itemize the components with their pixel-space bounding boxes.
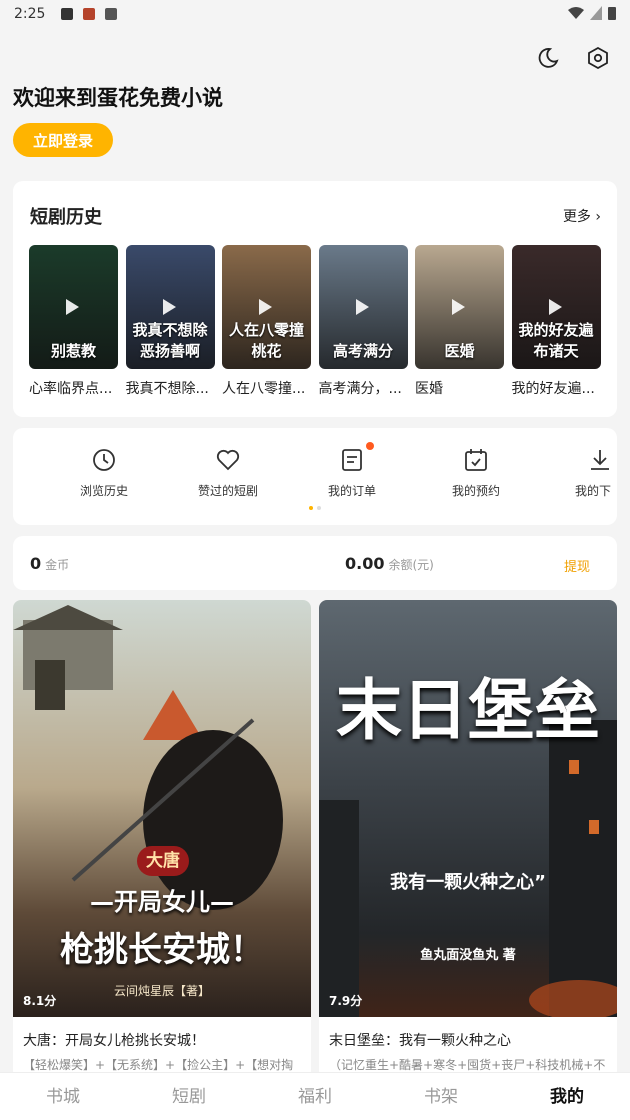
book-cover: 大唐 —开局女儿— 枪挑长安城！ 云间炖星辰【著】 8.1分	[13, 600, 311, 1017]
withdraw-button[interactable]: 提现	[564, 556, 590, 575]
history-poster-item[interactable]: 我的好友遍布诸天我的好友遍...	[511, 245, 601, 398]
app-notification-icon	[83, 8, 96, 20]
poster-title: 心率临界点...	[29, 381, 113, 397]
welcome-title: 欢迎来到蛋花免费小说	[13, 86, 223, 110]
feature-shortcuts: 浏览历史 赞过的短剧 我的订单 我的预约 我的下	[13, 428, 617, 525]
history-posters: 别惹教 心率临界点... 我真不想除恶扬善啊 我真不想除... 人在八零撞桃花 人在八零撞…	[29, 245, 617, 405]
history-poster-item[interactable]: 医婚 医婚	[415, 245, 504, 398]
history-poster-item[interactable]: 我真不想除恶扬善啊我真不想除...	[125, 245, 215, 398]
tab-welfare[interactable]: 福利	[252, 1073, 378, 1120]
balance-value: 0.00	[345, 554, 385, 573]
coins-balance: 0 金币	[30, 554, 69, 573]
bottom-tab-bar: 书城 短剧 福利 书架 我的	[0, 1072, 630, 1120]
poster-text: 我的好友遍布诸天	[518, 321, 594, 360]
play-icon	[548, 299, 562, 315]
play-icon	[355, 299, 369, 315]
book-rating: 7.9分	[329, 994, 363, 1008]
feature-my-reservations[interactable]: 我的预约	[426, 446, 526, 499]
history-title: 短剧历史	[30, 207, 102, 228]
poster-text: 医婚	[444, 342, 475, 360]
poster-title: 高考满分，...	[318, 381, 402, 397]
drama-history-card: 短剧历史 更多 › 别惹教 心率临界点... 我真不想除恶扬善啊 我真不想除... 人在…	[13, 181, 617, 417]
cover-badge: 大唐	[137, 846, 189, 876]
calendar-icon	[465, 449, 487, 471]
book-tags: （记忆重生+酷暑+寒冬+囤货+丧尸+科技机械+不	[329, 1058, 606, 1072]
history-poster-item[interactable]: 别惹教心率临界点...	[29, 245, 118, 398]
status-time: 2:25	[14, 6, 46, 22]
book-tags: 【轻松爆笑】+【无系统】+【捡公主】+【想对掏	[23, 1058, 294, 1072]
feature-liked-dramas[interactable]: 赞过的短剧	[178, 446, 278, 499]
balance-unit: 余额(元)	[388, 558, 434, 572]
play-icon	[162, 299, 176, 315]
settings-button[interactable]	[584, 44, 612, 72]
poster-image: 高考满分	[318, 245, 408, 369]
coins-value: 0	[30, 554, 42, 573]
poster-image: 我的好友遍布诸天	[511, 245, 601, 369]
history-poster-item[interactable]: 人在八零撞桃花人在八零撞...	[222, 245, 311, 398]
heart-icon	[216, 449, 240, 471]
status-bar: 2:25	[0, 0, 630, 28]
poster-title: 人在八零撞...	[222, 381, 306, 397]
poster-title: 我真不想除...	[125, 381, 209, 397]
cover-author: 鱼丸面没鱼丸 著	[420, 948, 516, 963]
cover-title: 枪挑长安城！	[60, 930, 264, 970]
feature-label: 赞过的短剧	[197, 484, 258, 498]
poster-title: 医婚	[415, 381, 443, 397]
tab-short-drama[interactable]: 短剧	[126, 1073, 252, 1120]
play-icon	[452, 299, 465, 315]
cover-author: 云间炖星辰【著】	[113, 984, 210, 998]
play-icon	[66, 299, 79, 315]
moon-icon	[538, 48, 559, 68]
poster-text: 别惹教	[50, 342, 96, 360]
gear-icon	[588, 47, 608, 69]
feature-label: 我的预约	[451, 484, 500, 498]
feature-label: 我的订单	[327, 484, 376, 498]
download-icon	[591, 450, 609, 470]
feature-pager	[309, 506, 321, 510]
poster-text: 高考满分	[332, 342, 393, 360]
poster-title: 我的好友遍...	[511, 381, 595, 397]
book-card[interactable]: 末日堡垒 我有一颗火种之心” 鱼丸面没鱼丸 著 7.9分 末日堡垒：我有一颗火种…	[319, 600, 617, 1078]
clock-icon	[93, 449, 115, 471]
wallet-card: 0 金币 0.00 余额(元) 提现	[13, 536, 617, 590]
feature-my-orders[interactable]: 我的订单	[302, 442, 402, 499]
cover-subtitle: 我有一颗火种之心”	[390, 872, 546, 893]
order-icon	[342, 449, 362, 471]
notification-dot	[366, 442, 374, 450]
book-title: 大唐：开局女儿枪挑长安城！	[23, 1033, 205, 1049]
coins-unit: 金币	[45, 558, 70, 572]
poster-text: 我真不想除恶扬善啊	[132, 321, 208, 360]
poster-image: 医婚	[415, 245, 504, 369]
book-card[interactable]: 大唐 —开局女儿— 枪挑长安城！ 云间炖星辰【著】 8.1分 大唐：开局女儿枪挑…	[13, 600, 311, 1078]
poster-image: 我真不想除恶扬善啊	[125, 245, 215, 369]
night-mode-button[interactable]	[534, 44, 562, 72]
history-poster-item[interactable]: 高考满分高考满分，...	[318, 245, 408, 398]
tab-bookshelf[interactable]: 书架	[378, 1073, 504, 1120]
tab-mine[interactable]: 我的	[504, 1073, 630, 1120]
keyboard-icon	[105, 8, 118, 20]
signal-icon	[590, 6, 602, 20]
poster-image: 别惹教	[29, 245, 118, 369]
book-title: 末日堡垒：我有一颗火种之心	[329, 1033, 511, 1049]
feature-my-downloads[interactable]: 我的下	[550, 446, 617, 499]
feature-browse-history[interactable]: 浏览历史	[54, 446, 154, 499]
poster-image: 人在八零撞桃花	[222, 245, 311, 369]
book-cover: 末日堡垒 我有一颗火种之心” 鱼丸面没鱼丸 著 7.9分	[319, 600, 617, 1017]
feature-label: 浏览历史	[79, 484, 128, 498]
history-more-link[interactable]: 更多 ›	[563, 206, 601, 226]
poster-text: 人在八零撞桃花	[228, 321, 304, 360]
cash-balance: 0.00 余额(元)	[345, 554, 434, 573]
wifi-icon	[568, 7, 584, 19]
login-button[interactable]: 立即登录	[13, 123, 113, 157]
feature-label: 我的下	[575, 484, 612, 498]
notification-icon	[61, 8, 74, 20]
tab-bookstore[interactable]: 书城	[0, 1073, 126, 1120]
cover-title: 末日堡垒	[336, 672, 600, 749]
battery-icon	[608, 7, 616, 20]
play-icon	[259, 299, 272, 315]
book-rating: 8.1分	[23, 994, 57, 1008]
cover-subtitle: —开局女儿—	[90, 888, 234, 916]
